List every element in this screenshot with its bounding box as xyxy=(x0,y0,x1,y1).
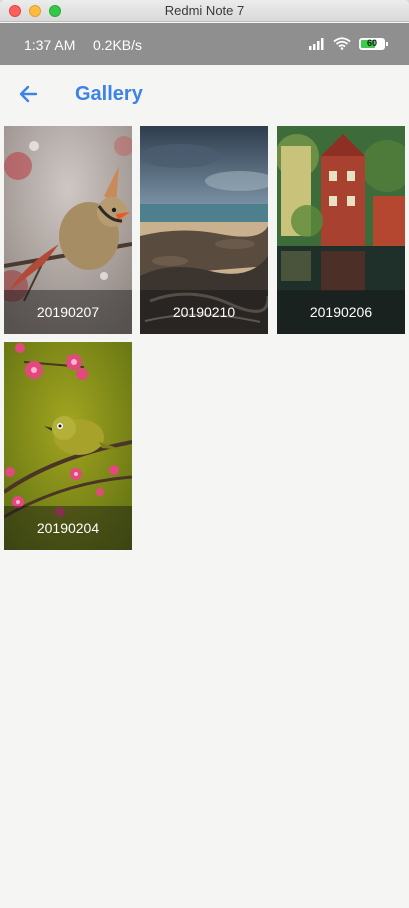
status-bar: 1:37 AM 0.2KB/s 60 xyxy=(0,23,409,65)
arrow-left-icon[interactable] xyxy=(14,79,44,109)
app-bar: Gallery xyxy=(0,65,409,123)
status-network-speed: 0.2KB/s xyxy=(93,37,143,53)
battery-level: 60 xyxy=(366,37,377,48)
window-titlebar: Redmi Note 7 xyxy=(0,0,409,22)
gallery-item[interactable]: 20190210 xyxy=(140,126,268,334)
app-window: Redmi Note 7 1:37 AM 0.2KB/s 60 Gallery … xyxy=(0,0,409,908)
gallery-item-label: 20190206 xyxy=(277,290,405,334)
status-time: 1:37 AM xyxy=(24,37,76,53)
gallery-item[interactable]: 20190206 xyxy=(277,126,405,334)
gallery-item-label: 20190207 xyxy=(4,290,132,334)
gallery-item-label: 20190210 xyxy=(140,290,268,334)
window-title: Redmi Note 7 xyxy=(164,3,245,18)
gallery-item[interactable]: 20190207 xyxy=(4,126,132,334)
wifi-icon xyxy=(333,37,351,50)
gallery-item-label: 20190204 xyxy=(4,506,132,550)
gallery-item[interactable]: 20190204 xyxy=(4,342,132,550)
status-icons: 60 xyxy=(309,37,388,50)
page-title: Gallery xyxy=(75,83,143,105)
battery-icon: 60 xyxy=(359,37,388,50)
signal-icon xyxy=(309,37,324,50)
